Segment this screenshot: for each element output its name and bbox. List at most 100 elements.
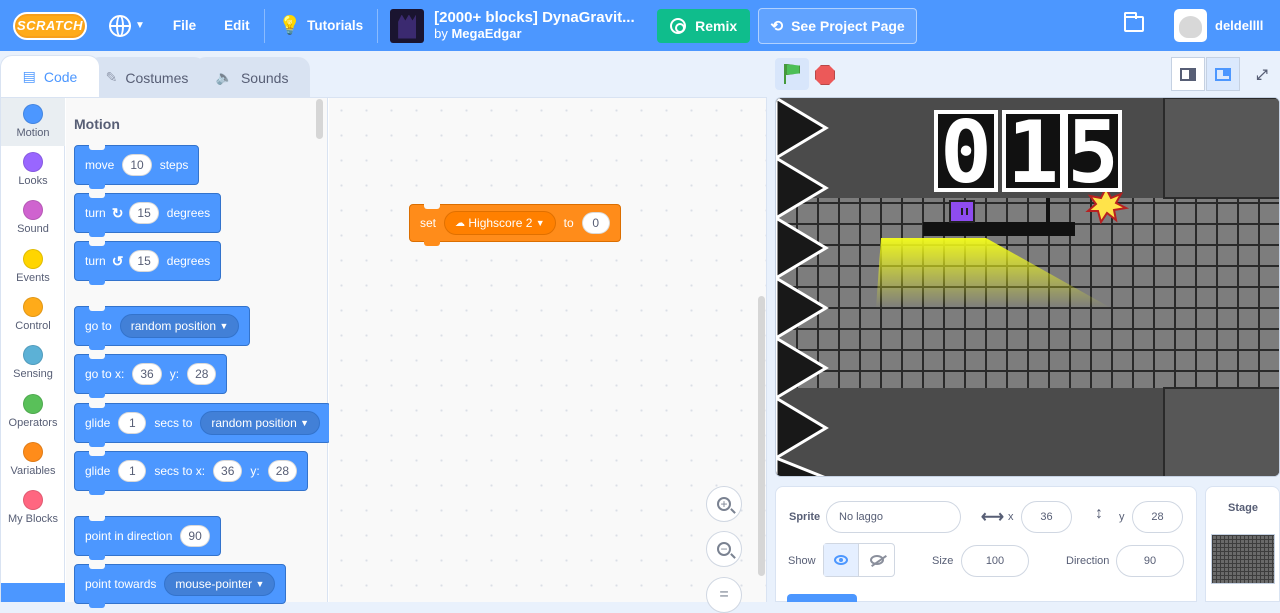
zoom-out-icon: − <box>717 542 731 556</box>
see-project-page-button[interactable]: ⟲ See Project Page <box>758 7 918 44</box>
block-text: turn <box>85 254 106 268</box>
speaker-icon: 🔈 <box>215 69 233 85</box>
block-move-steps[interactable]: move 10 steps <box>74 145 200 189</box>
category-events[interactable]: Events <box>1 243 65 291</box>
edit-menu[interactable]: Edit <box>210 0 264 51</box>
author-link[interactable]: MegaEdgar <box>451 26 521 41</box>
category-my-blocks[interactable]: My Blocks <box>1 484 65 532</box>
block-number-input[interactable]: 15 <box>129 250 159 272</box>
block-number-input[interactable]: 36 <box>213 460 243 482</box>
category-sound[interactable]: Sound <box>1 194 65 242</box>
zoom-reset-button[interactable]: = <box>706 577 742 613</box>
y-label: y <box>1119 511 1125 523</box>
category-control[interactable]: Control <box>1 291 65 339</box>
variable-dropdown[interactable]: ☁ Highscore 2 ▼ <box>444 211 556 235</box>
project-author: by MegaEdgar <box>434 26 648 42</box>
username[interactable]: deldellll <box>1215 18 1263 33</box>
avatar[interactable] <box>1174 9 1207 42</box>
block-text-input[interactable]: 0 <box>581 212 610 234</box>
block-point-towards[interactable]: point towards mouse-pointer ▼ <box>74 564 287 608</box>
tab-sounds[interactable]: 🔈 Sounds <box>194 57 310 97</box>
block-number-input[interactable]: 10 <box>122 154 152 176</box>
sprite-list-scroll[interactable] <box>787 594 857 602</box>
eye-off-icon <box>869 555 884 565</box>
block-text: degrees <box>166 254 211 268</box>
block-dropdown[interactable]: random position ▼ <box>200 411 321 435</box>
block-dropdown[interactable]: random position ▼ <box>119 314 240 338</box>
zoom-out-button[interactable]: − <box>706 531 742 567</box>
equals-icon: = <box>719 586 729 603</box>
y-position-input[interactable]: 28 <box>1132 501 1183 533</box>
show-button[interactable] <box>824 544 860 576</box>
block-text: go to <box>85 319 112 333</box>
globe-icon <box>109 14 131 37</box>
block-number-input[interactable]: 90 <box>180 525 210 547</box>
large-stage-button[interactable] <box>1206 57 1240 91</box>
my-stuff-folder-icon[interactable] <box>1124 12 1144 32</box>
block-number-input[interactable]: 15 <box>129 202 159 224</box>
block-text: degrees <box>166 206 211 220</box>
block-dropdown[interactable]: mouse-pointer ▼ <box>164 572 276 596</box>
remix-button[interactable]: Remix <box>657 8 751 43</box>
code-icon: ▤ <box>22 68 36 84</box>
stage-thumbnail[interactable] <box>1211 534 1275 584</box>
category-motion[interactable]: Motion <box>1 98 65 146</box>
block-number-input[interactable]: 1 <box>118 460 147 482</box>
block-point-in-direction[interactable]: point in direction 90 <box>74 516 221 560</box>
script-editor[interactable] <box>329 98 766 602</box>
category-operators[interactable]: Operators <box>1 388 65 436</box>
tutorials-button[interactable]: 💡 Tutorials <box>265 0 377 51</box>
block-number-input[interactable]: 28 <box>267 460 298 482</box>
category-looks[interactable]: Looks <box>1 146 65 194</box>
scratch-logo[interactable]: SCRATCH <box>13 11 87 40</box>
see-project-page-label: See Project Page <box>791 17 905 34</box>
category-dot <box>23 442 43 462</box>
block-number-input[interactable]: 28 <box>187 363 217 385</box>
language-menu[interactable]: ▼ <box>95 0 159 51</box>
fullscreen-button[interactable]: ⤢ <box>1245 57 1279 91</box>
block-glide-to[interactable]: glide 1 secs to random position ▼ <box>74 403 332 447</box>
size-input[interactable]: 100 <box>961 545 1029 577</box>
category-label: Looks <box>18 175 48 187</box>
editor-scrollbar[interactable] <box>758 296 765 576</box>
show-label: Show <box>788 555 816 567</box>
block-set-variable[interactable]: set ☁ Highscore 2 ▼ to 0 <box>409 204 621 246</box>
block-text: secs to <box>154 416 193 430</box>
block-turn-left[interactable]: turn ↺ 15 degrees <box>74 241 222 285</box>
block-glide-to-xy[interactable]: glide 1 secs to x: 36 y: 28 <box>74 451 309 495</box>
editor-tabs: ▤ Code ✎ Costumes 🔈 Sounds <box>0 55 310 97</box>
extension-button[interactable] <box>1 583 65 602</box>
block-text: point in direction <box>85 529 173 543</box>
file-menu[interactable]: File <box>159 0 210 51</box>
hide-button[interactable] <box>859 544 894 576</box>
block-text: to <box>563 216 574 230</box>
project-title[interactable]: [2000+ blocks] DynaGravit... <box>434 10 648 26</box>
category-dot <box>23 345 43 365</box>
stop-sign-icon[interactable] <box>815 65 835 85</box>
tab-costumes[interactable]: ✎ Costumes <box>88 57 206 97</box>
stage-canvas[interactable]: 0 1 5 <box>775 97 1280 477</box>
zoom-in-button[interactable]: + <box>706 486 742 522</box>
tab-code[interactable]: ▤ Code <box>0 55 100 97</box>
remix-icon <box>670 17 687 34</box>
category-sensing[interactable]: Sensing <box>1 339 65 387</box>
category-variables[interactable]: Variables <box>1 436 65 484</box>
block-go-to[interactable]: go to random position ▼ <box>74 306 251 350</box>
direction-input[interactable]: 90 <box>1116 545 1184 577</box>
score-digit-0: 0 <box>940 103 992 203</box>
block-text: y: <box>250 464 260 478</box>
block-turn-right[interactable]: turn ↻ 15 degrees <box>74 193 222 237</box>
palette-scrollbar[interactable] <box>316 99 323 139</box>
category-dot <box>23 104 43 124</box>
project-info[interactable]: [2000+ blocks] DynaGravit... by MegaEdga… <box>378 0 648 51</box>
category-label: Sound <box>17 223 49 235</box>
green-flag-button[interactable] <box>775 58 809 90</box>
block-number-input[interactable]: 1 <box>118 412 147 434</box>
block-number-input[interactable]: 36 <box>132 363 162 385</box>
small-stage-button[interactable] <box>1171 57 1205 91</box>
x-position-input[interactable]: 36 <box>1021 501 1072 533</box>
sprite-name-input[interactable]: No laggo <box>826 501 961 533</box>
block-text: set <box>420 216 437 230</box>
block-go-to-xy[interactable]: go to x: 36 y: 28 <box>74 354 228 398</box>
score-digit-2: 5 <box>1067 103 1119 203</box>
